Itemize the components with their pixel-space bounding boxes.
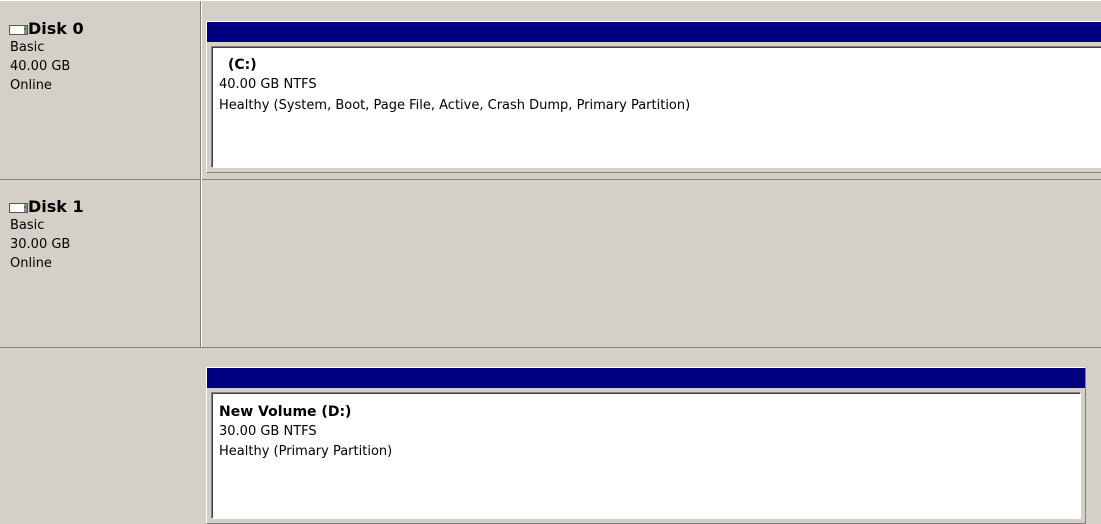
disk-1-status: Online: [10, 256, 52, 271]
volume-c[interactable]: (C:) 40.00 GB NTFS Healthy (System, Boot…: [206, 21, 1101, 173]
disk-drive-icon: [9, 203, 28, 213]
volume-c-health: Healthy (System, Boot, Page File, Active…: [219, 98, 691, 113]
volume-c-size-fs: 40.00 GB NTFS: [219, 77, 317, 92]
disk-row-1: Disk 1 Basic 30.00 GB Online New Volume …: [0, 179, 1101, 524]
disk-1-size: 30.00 GB: [10, 237, 71, 252]
disk-0-type: Basic: [10, 40, 45, 55]
volume-c-name: (C:): [228, 57, 257, 73]
volume-c-header-bar: [207, 22, 1101, 42]
disk-1-title: Disk 1: [28, 197, 84, 216]
disk-0-size: 40.00 GB: [10, 59, 71, 74]
volume-d-size-fs: 30.00 GB NTFS: [219, 424, 317, 439]
disk-0-info[interactable]: Disk 0 Basic 40.00 GB Online: [0, 1, 201, 179]
disk-row-0: Disk 0 Basic 40.00 GB Online (C:) 40.00 …: [0, 0, 1101, 180]
disk-0-title: Disk 0: [28, 19, 84, 38]
disk-1-info[interactable]: Disk 1 Basic 30.00 GB Online: [0, 179, 201, 347]
empty-disk-area: [0, 348, 1101, 424]
volume-c-body[interactable]: (C:) 40.00 GB NTFS Healthy (System, Boot…: [211, 46, 1101, 168]
disk-1-type: Basic: [10, 218, 45, 233]
disk-drive-icon: [9, 25, 28, 35]
volume-d-health: Healthy (Primary Partition): [219, 444, 393, 459]
disk-0-status: Online: [10, 78, 52, 93]
